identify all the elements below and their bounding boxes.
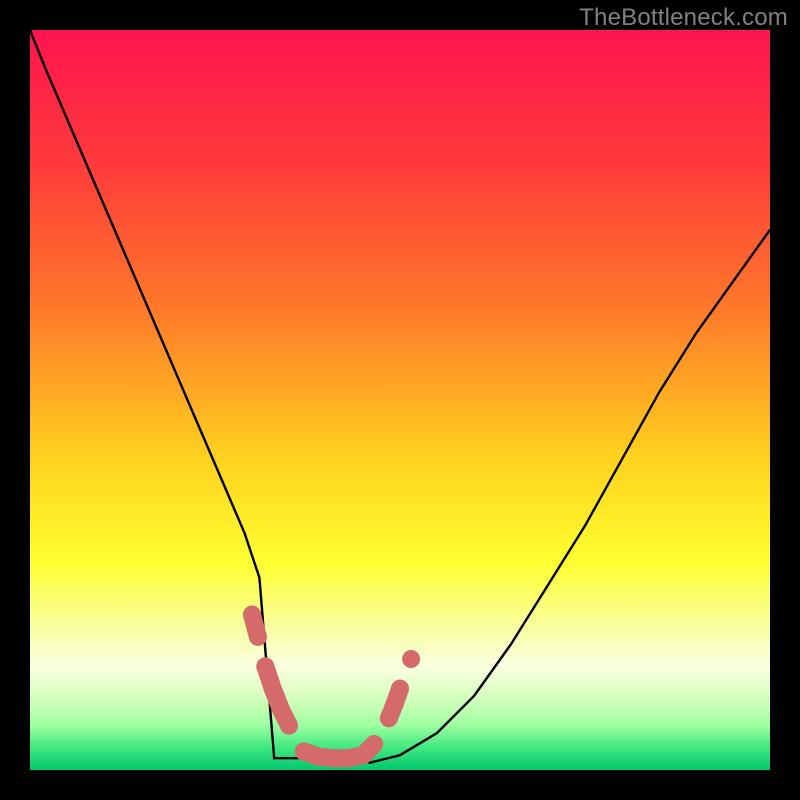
marker-dot (256, 657, 274, 675)
watermark-label: TheBottleneck.com (579, 4, 788, 32)
marker-dot (264, 680, 282, 698)
marker-dot (391, 680, 409, 698)
plot-area (30, 30, 770, 770)
marker-dot (243, 606, 261, 624)
bottleneck-curve (30, 30, 770, 763)
marker-dot (339, 749, 357, 767)
marker-group (243, 606, 420, 768)
marker-dot (402, 650, 420, 668)
curve-layer (30, 30, 770, 770)
marker-dot (280, 717, 298, 735)
chart-frame: TheBottleneck.com (0, 0, 800, 800)
marker-dot (365, 735, 383, 753)
marker-dot (249, 628, 267, 646)
